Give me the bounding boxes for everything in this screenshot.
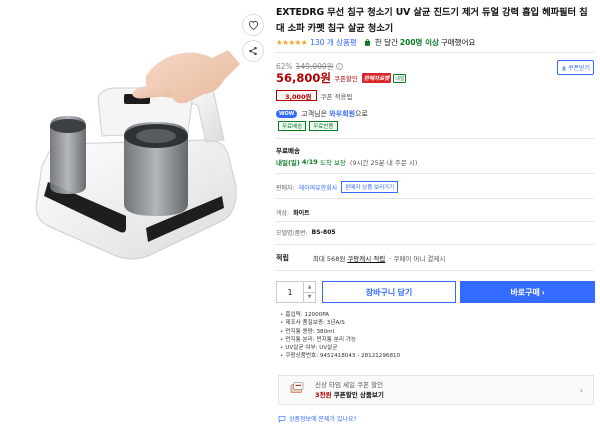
divider	[276, 173, 594, 174]
reward-row: 적립 최대 568원 쿠팡캐시 적립 · 쿠페이 머니 결제시	[276, 253, 445, 263]
review-count-link[interactable]: 130 개 상품평	[310, 37, 357, 48]
promo-text: 신상 타임 세일 쿠폰 할인 3천원 쿠폰할인 상품보기	[315, 380, 384, 400]
spec-item: 제조사 품질보증: 3년A/S	[280, 319, 400, 327]
sale-price: 56,800원	[276, 71, 331, 85]
coupon-sale-label: 쿠폰할인	[333, 75, 358, 83]
quantity-down-icon[interactable]: ▼	[304, 293, 315, 303]
rating-row: ★★★★★ 130 개 상품평 한 달간 200명 이상 구매했어요	[276, 37, 475, 47]
chat-icon	[278, 415, 286, 423]
promo-amount: 3천원	[315, 391, 332, 399]
quantity-controls: ▲ ▼	[303, 282, 315, 302]
coupon-applied-label: 쿠폰 적용됨	[320, 92, 353, 101]
quantity-input[interactable]: 1	[277, 288, 303, 297]
shipping-day: 내일(일)	[276, 159, 300, 167]
color-option-row: 색상: 화이트	[276, 208, 310, 217]
coupon-icon	[289, 380, 305, 400]
shipping-date: 4/19	[301, 158, 318, 166]
spec-item: 먼지통 용량: 380ml	[280, 328, 400, 336]
shopping-bag-icon	[363, 38, 372, 47]
promo-banner[interactable]: 신상 타임 세일 쿠폰 할인 3천원 쿠폰할인 상품보기 ›	[278, 375, 594, 405]
coupon-download-button[interactable]: 쿠폰받기	[557, 60, 594, 75]
seller-products-button[interactable]: 판매자 상품 보러가기	[341, 181, 399, 193]
coupon-download-label: 쿠폰받기	[567, 65, 591, 72]
rating-stars: ★★★★★	[276, 37, 308, 47]
shipping-note: (9시간 25분 내 주문 시)	[349, 159, 418, 167]
divider	[276, 221, 594, 222]
spec-list: 흡입력: 12000PA 제조사 품질보증: 3년A/S 먼지통 용량: 380…	[280, 311, 400, 361]
divider	[276, 52, 594, 53]
seller-rocket-badge: 판매자로켓	[361, 73, 392, 83]
buy-stat-count: 200명 이상	[399, 37, 439, 47]
quantity-up-icon[interactable]: ▲	[304, 282, 315, 293]
benefit-tag-free-shipping: 무료배송	[278, 121, 307, 131]
reward-amount: 최대 568원	[312, 255, 346, 263]
shipping-title: 무료배송	[276, 147, 300, 155]
buy-stat-prefix: 한 달간	[374, 37, 398, 47]
share-icon	[249, 46, 257, 56]
download-icon	[561, 65, 566, 70]
promo-subtitle: 3천원 쿠폰할인 상품보기	[315, 390, 384, 400]
divider	[276, 244, 594, 245]
product-image-column	[0, 0, 272, 441]
shipping-row: 내일(일) 4/19 도착 보장 (9시간 25분 내 주문 시)	[276, 157, 417, 167]
benefit-tags: 무료배송 무료반품	[278, 121, 338, 131]
seller-name-link[interactable]: 헤이퍼유한회사	[299, 183, 338, 192]
model-label: 모델명/품번:	[276, 230, 308, 237]
chevron-right-icon: ›	[541, 287, 545, 297]
delivery-badge: 내일	[393, 73, 407, 83]
coupang-cash-link[interactable]: 쿠팡캐시 적립	[347, 253, 385, 263]
coupon-amount: 3,000원	[285, 92, 312, 101]
divider	[276, 270, 594, 271]
product-photo	[35, 50, 240, 260]
coupon-amount-box: 3,000원	[276, 90, 317, 101]
reward-pay-note: · 쿠페이 머니 결제시	[389, 255, 446, 263]
reward-label: 적립	[276, 254, 289, 262]
wow-badge: WOW	[276, 110, 298, 118]
divider	[276, 198, 594, 199]
color-label: 색상:	[276, 210, 290, 217]
model-option-row: 모델명/품번: BS-805	[276, 228, 336, 237]
report-problem-text: 상품정보에 문제가 있나요?	[289, 416, 357, 423]
buy-now-button[interactable]: 바로구매 ›	[460, 281, 595, 303]
wow-member-label: 와우회원	[329, 110, 356, 118]
benefit-tag-free-return: 무료반품	[309, 121, 338, 131]
wishlist-button[interactable]	[242, 14, 264, 36]
chevron-right-icon: ›	[579, 386, 583, 395]
applied-coupon-row: 3,000원 쿠폰 적용됨	[276, 90, 353, 101]
heart-icon	[248, 20, 258, 30]
product-info-panel: EXTEDRG 무선 침구 청소기 UV 살균 진드기 제거 듀얼 강력 흡입 …	[276, 0, 596, 441]
seller-label: 판매자:	[276, 184, 295, 192]
add-to-cart-button[interactable]: 장바구니 담기	[322, 281, 456, 303]
product-title: EXTEDRG 무선 침구 청소기 UV 살균 진드기 제거 듀얼 강력 흡입 …	[276, 7, 588, 34]
spec-item: 먼지통 분리: 먼지통 분리 가능	[280, 336, 400, 344]
model-value: BS-805	[311, 229, 336, 236]
spec-item: UV살균 여부: UV살균	[280, 344, 400, 352]
promo-title: 신상 타임 세일 쿠폰 할인	[315, 381, 384, 389]
buy-stat-suffix: 구매했어요	[440, 37, 476, 47]
buy-now-label: 바로구매	[510, 287, 540, 297]
wow-text-prefix: 고객님은	[301, 110, 328, 118]
info-icon[interactable]: i	[335, 63, 343, 70]
divider	[276, 138, 594, 139]
price-row: 56,800원 쿠폰할인 판매자로켓 내일	[276, 71, 407, 85]
wow-text: 고객님은 와우회원으로	[301, 109, 368, 119]
report-problem-link[interactable]: 상품정보에 문제가 있나요?	[278, 414, 357, 423]
spec-item: 흡입력: 12000PA	[280, 311, 400, 319]
promo-link-text: 쿠폰할인 상품보기	[333, 391, 384, 399]
purchase-area: 1 ▲ ▼ 장바구니 담기 바로구매 ›	[276, 281, 595, 303]
wow-text-suffix: 으로	[355, 110, 368, 118]
wow-member-row: WOW 고객님은 와우회원으로	[276, 109, 368, 119]
seller-row: 판매자: 헤이퍼유한회사 판매자 상품 보러가기	[276, 181, 399, 193]
quantity-stepper[interactable]: 1 ▲ ▼	[276, 281, 316, 303]
color-value: 화이트	[293, 210, 310, 217]
shipping-guarantee: 도착 보장	[319, 159, 346, 167]
spec-item: 쿠팡상품번호: 9452418043 - 28121296810	[280, 352, 400, 360]
